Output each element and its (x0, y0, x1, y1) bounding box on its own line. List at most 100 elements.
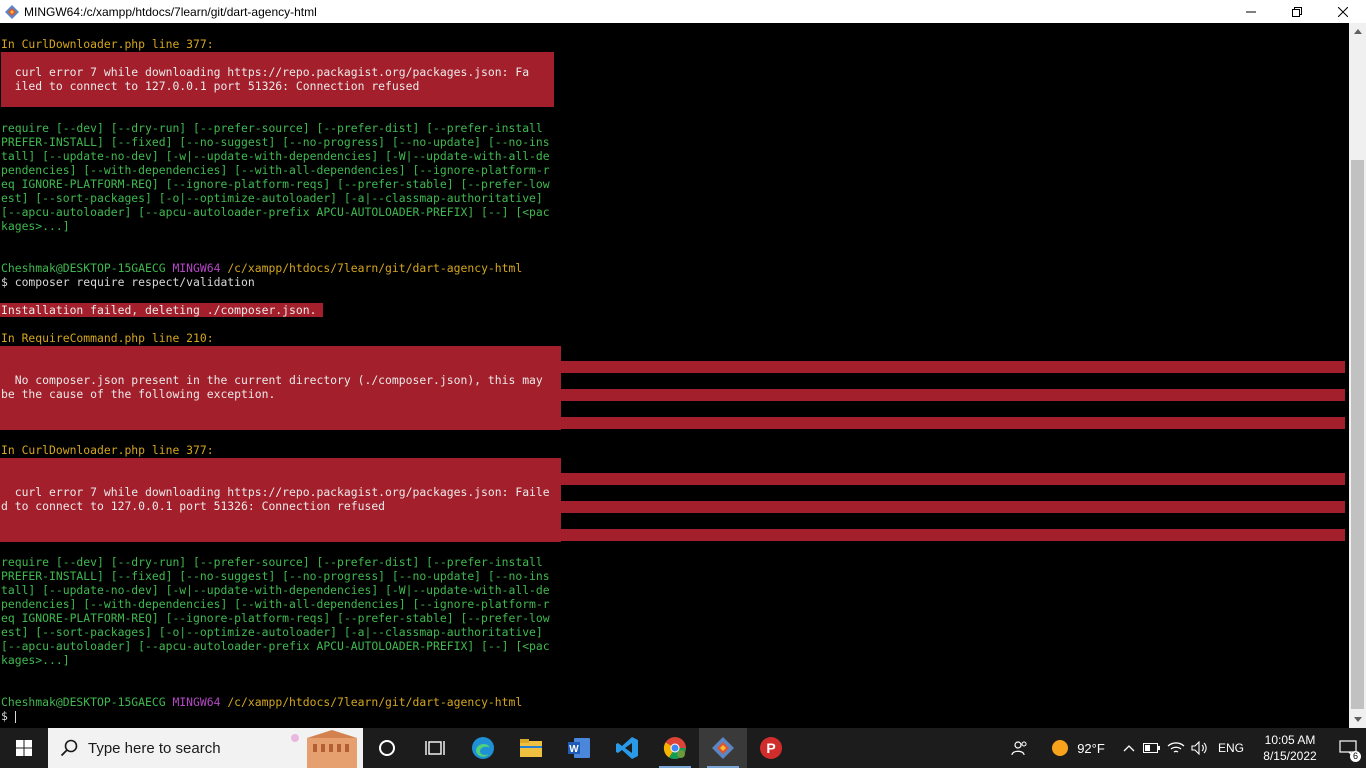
chrome-icon (663, 737, 686, 759)
vscode-icon (616, 737, 638, 759)
clock-time: 10:05 AM (1264, 733, 1316, 747)
terminal-line: est] [--sort-packages] [-o|--optimize-au… (1, 191, 543, 205)
prompt-line: Cheshmak@DESKTOP-15GAECG MINGW64 /c/xamp… (1, 695, 522, 709)
word-taskbar-button[interactable]: W (555, 728, 603, 768)
prompt-path: /c/xampp/htdocs/7learn/git/dart-agency-h… (227, 261, 523, 275)
folder-icon (520, 739, 542, 757)
battery-icon (1143, 743, 1160, 753)
terminal-line: In CurlDownloader.php line 377: (1, 443, 214, 457)
people-icon (1011, 741, 1027, 756)
language-indicator: ENG (1217, 741, 1244, 755)
search-icon (60, 739, 78, 757)
prompt-user: Cheshmak@DESKTOP-15GAECG (1, 695, 166, 709)
terminal-line: In CurlDownloader.php line 377: (1, 37, 214, 51)
git-bash-icon (712, 737, 734, 759)
sun-icon (1052, 740, 1069, 756)
terminal-line: [--apcu-autoloader] [--apcu-autoloader-p… (1, 205, 550, 219)
battery-button[interactable] (1140, 728, 1164, 768)
prompt-user: Cheshmak@DESKTOP-15GAECG (1, 261, 166, 275)
notification-count-badge: 6 (1350, 751, 1361, 762)
network-button[interactable] (1164, 728, 1188, 768)
terminal-line: No composer.json present in the current … (1, 373, 543, 387)
terminal-line: tall] [--update-no-dev] [-w|--update-wit… (1, 583, 550, 597)
terminal-line: d to connect to 127.0.0.1 port 51326: Co… (1, 499, 386, 513)
terminal-line: kages>...] (1, 653, 70, 667)
people-button[interactable] (1002, 728, 1038, 768)
terminal-line: [--apcu-autoloader] [--apcu-autoloader-p… (1, 639, 550, 653)
git-bash-icon (5, 4, 19, 19)
title-bar: MINGW64:/c/xampp/htdocs/7learn/git/dart-… (0, 0, 1366, 23)
clock[interactable]: 10:05 AM 8/15/2022 (1250, 732, 1330, 764)
command-line: $ composer require respect/validation (1, 275, 255, 289)
error-line-overflow (0, 529, 1345, 541)
search-placeholder: Type here to search (88, 739, 221, 757)
chrome-taskbar-button[interactable] (651, 728, 699, 768)
windows-logo-icon (16, 740, 32, 756)
taskbar: Type here to search W P 92°F ENG 10:05 A… (0, 728, 1366, 768)
scroll-down-button[interactable] (1349, 711, 1366, 728)
prompt-system: MINGW64 (172, 261, 221, 275)
close-button[interactable] (1320, 0, 1366, 23)
chevron-up-icon (1353, 29, 1362, 34)
taskbar-search-box[interactable]: Type here to search (48, 728, 363, 768)
start-button[interactable] (0, 728, 48, 768)
wifi-icon (1167, 742, 1185, 753)
command-input-line[interactable]: $ (1, 709, 16, 723)
restore-icon (1292, 6, 1302, 17)
psiphon-icon: P (760, 737, 782, 759)
psiphon-taskbar-button[interactable]: P (747, 728, 795, 768)
terminal-line: iled to connect to 127.0.0.1 port 51326:… (1, 79, 420, 93)
notification-center-button[interactable]: 6 (1330, 728, 1366, 768)
terminal-line: pendencies] [--with-dependencies] [--wit… (1, 163, 550, 177)
terminal-line: Installation failed, deleting ./composer… (1, 303, 317, 317)
edge-icon (472, 737, 494, 759)
prompt-line: Cheshmak@DESKTOP-15GAECG MINGW64 /c/xamp… (1, 261, 522, 275)
weather-temperature: 92°F (1077, 740, 1105, 756)
minimize-button[interactable] (1228, 0, 1274, 23)
terminal-line: curl error 7 while downloading https://r… (1, 65, 530, 79)
scroll-up-button[interactable] (1349, 23, 1366, 40)
close-icon (1338, 6, 1348, 17)
prompt-system: MINGW64 (172, 695, 221, 709)
search-highlight-image (283, 728, 363, 768)
terminal-line: curl error 7 while downloading https://r… (1, 485, 550, 499)
chevron-down-icon (1353, 717, 1362, 722)
terminal-line: eq IGNORE-PLATFORM-REQ] [--ignore-platfo… (1, 177, 550, 191)
edge-taskbar-button[interactable] (459, 728, 507, 768)
volume-button[interactable] (1188, 728, 1212, 768)
window-title: MINGW64:/c/xampp/htdocs/7learn/git/dart-… (24, 4, 317, 19)
task-view-button[interactable] (411, 728, 459, 768)
prompt-symbol: $ (1, 709, 15, 723)
restore-button[interactable] (1274, 0, 1320, 23)
system-tray: 92°F ENG 10:05 AM 8/15/2022 6 (1002, 728, 1366, 768)
scroll-thumb[interactable] (1351, 160, 1364, 709)
terminal-output[interactable]: In CurlDownloader.php line 377: curl err… (0, 23, 1349, 728)
clock-date: 8/15/2022 (1263, 749, 1317, 763)
show-hidden-icons-button[interactable] (1118, 728, 1140, 768)
minimize-icon (1246, 11, 1256, 12)
file-explorer-taskbar-button[interactable] (507, 728, 555, 768)
speaker-icon (1191, 741, 1207, 755)
input-language-button[interactable]: ENG (1212, 728, 1250, 768)
terminal-line: kages>...] (1, 219, 70, 233)
vscode-taskbar-button[interactable] (603, 728, 651, 768)
word-icon: W (568, 738, 590, 758)
terminal-line: In RequireCommand.php line 210: (1, 331, 214, 345)
text-cursor (14, 710, 16, 723)
error-line-overflow (0, 361, 1345, 373)
vertical-scrollbar[interactable] (1349, 23, 1366, 728)
weather-widget[interactable]: 92°F (1038, 728, 1118, 768)
terminal-line: est] [--sort-packages] [-o|--optimize-au… (1, 625, 543, 639)
terminal-line: be the cause of the following exception. (1, 387, 276, 401)
terminal-line: require [--dev] [--dry-run] [--prefer-so… (1, 555, 543, 569)
prompt-path: /c/xampp/htdocs/7learn/git/dart-agency-h… (227, 695, 523, 709)
svg-text:P: P (766, 740, 775, 756)
git-bash-taskbar-button[interactable] (699, 728, 747, 768)
cortana-button[interactable] (363, 728, 411, 768)
terminal-line: PREFER-INSTALL] [--fixed] [--no-suggest]… (1, 135, 550, 149)
error-line-overflow (0, 473, 1345, 485)
chevron-up-icon (1123, 745, 1135, 752)
svg-text:W: W (569, 744, 579, 755)
terminal-line: PREFER-INSTALL] [--fixed] [--no-suggest]… (1, 569, 550, 583)
task-view-icon (425, 741, 445, 755)
